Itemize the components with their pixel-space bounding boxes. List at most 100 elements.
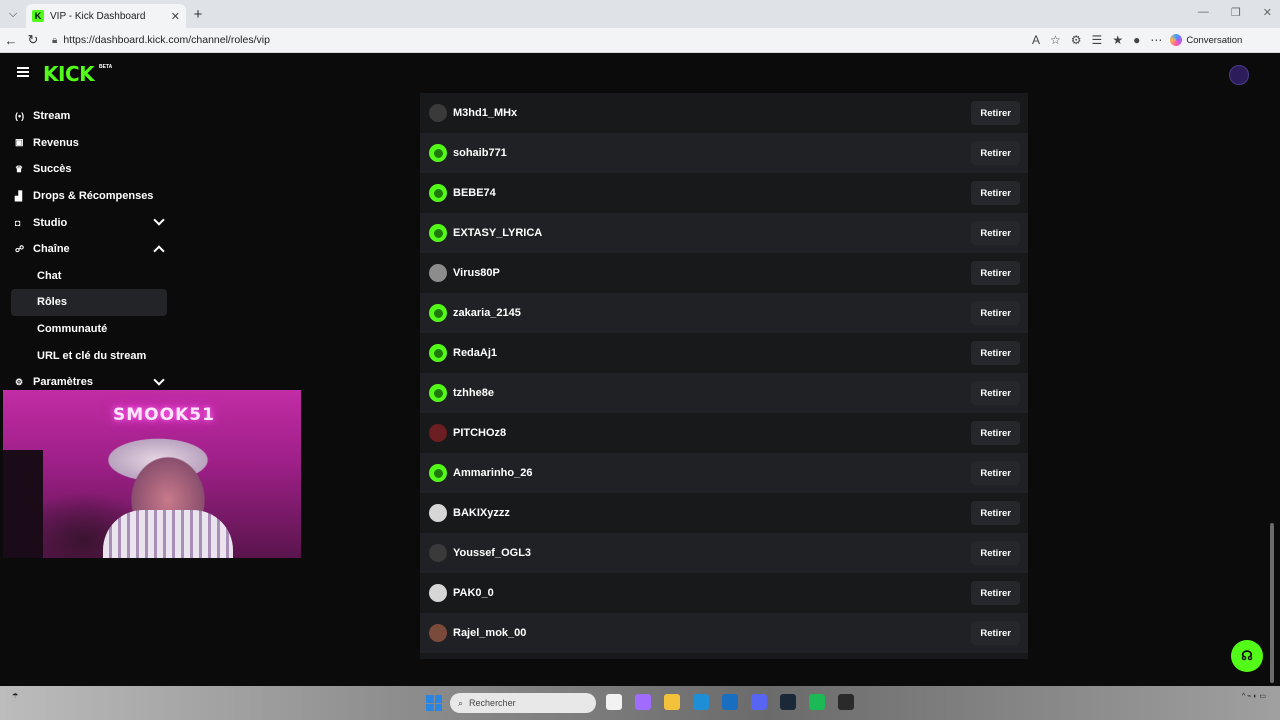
avatar <box>429 384 447 402</box>
gear-icon: ⚙ <box>15 376 24 387</box>
studio-icon: ◘ <box>15 217 21 228</box>
file-explorer-icon[interactable] <box>664 694 680 710</box>
broadcast-icon: (•) <box>15 111 25 122</box>
weather-widget[interactable]: ☂ <box>12 692 18 702</box>
remove-button[interactable]: Retirer <box>971 621 1020 645</box>
avatar <box>429 584 447 602</box>
avatar <box>429 144 447 162</box>
sidebar-item-chaine[interactable]: ☍ Chaîne <box>11 236 167 263</box>
username[interactable]: PITCHOz8 <box>453 427 506 439</box>
minimize-icon[interactable]: — <box>1198 6 1209 19</box>
sidebar-item-chat[interactable]: Chat <box>11 263 167 290</box>
tab-actions-menu[interactable]: ⌵ <box>0 0 26 28</box>
taskbar-search[interactable]: ⌕ Rechercher <box>450 693 596 713</box>
avatar <box>429 504 447 522</box>
username[interactable]: BEBE74 <box>453 187 496 199</box>
list-item: PAK0_0 Retirer <box>420 573 1028 613</box>
sidebar: (•) Stream ▣ Revenus ♛ Succès ▟ Drops & … <box>11 103 167 396</box>
remove-button[interactable]: Retirer <box>971 181 1020 205</box>
sidebar-item-stream[interactable]: (•) Stream <box>11 103 167 130</box>
browser-tab[interactable]: K VIP - Kick Dashboard ✕ <box>26 4 186 28</box>
streamer-figure <box>103 510 233 558</box>
remove-button[interactable]: Retirer <box>971 101 1020 125</box>
sidebar-item-communaute[interactable]: Communauté <box>11 316 167 343</box>
reload-icon[interactable]: ↻ <box>22 32 44 48</box>
username[interactable]: sohaib771 <box>453 147 507 159</box>
username[interactable]: Virus80P <box>453 267 500 279</box>
sidebar-item-succes[interactable]: ♛ Succès <box>11 156 167 183</box>
tab-title: VIP - Kick Dashboard <box>50 10 146 22</box>
username[interactable]: Rajel_mok_00 <box>453 627 526 639</box>
username[interactable]: RedaAj1 <box>453 347 497 359</box>
copilot-button[interactable]: Conversation <box>1170 34 1242 46</box>
username[interactable]: Ammarinho_26 <box>453 467 532 479</box>
copilot-app-icon[interactable] <box>635 694 651 710</box>
system-tray[interactable]: ^ ⌁ ◐ ▭ <box>1242 692 1266 702</box>
read-aloud-icon[interactable]: A <box>1032 33 1040 47</box>
sidebar-item-studio[interactable]: ◘ Studio <box>11 209 167 236</box>
sidebar-item-roles[interactable]: Rôles <box>11 289 167 316</box>
page-scrollbar[interactable] <box>1270 523 1274 683</box>
favorite-star-icon[interactable]: ☆ <box>1050 33 1061 47</box>
username[interactable]: zakaria_2145 <box>453 307 521 319</box>
site-info-icon[interactable]: 🔒︎ <box>52 35 57 46</box>
window-controls: — ❐ ✕ <box>1198 6 1272 19</box>
avatar <box>429 344 447 362</box>
remove-button[interactable]: Retirer <box>971 461 1020 485</box>
remove-button[interactable]: Retirer <box>971 421 1020 445</box>
username[interactable]: PAK0_0 <box>453 587 494 599</box>
remove-button[interactable]: Retirer <box>971 141 1020 165</box>
copilot-icon <box>1170 34 1183 46</box>
close-window-icon[interactable]: ✕ <box>1263 6 1272 19</box>
favorites-bar-icon[interactable]: ★ <box>1112 33 1123 47</box>
remove-button[interactable]: Retirer <box>971 541 1020 565</box>
remove-button[interactable]: Retirer <box>971 341 1020 365</box>
remove-button[interactable]: Retirer <box>971 221 1020 245</box>
task-view-icon[interactable] <box>606 694 622 710</box>
store-icon[interactable] <box>722 694 738 710</box>
discord-icon[interactable] <box>751 694 767 710</box>
username[interactable]: M3hd1_MHx <box>453 107 517 119</box>
sidebar-item-label: Chat <box>37 269 62 282</box>
username[interactable]: tzhhe8e <box>453 387 494 399</box>
sidebar-item-label: URL et clé du stream <box>37 349 147 362</box>
steam-icon[interactable] <box>780 694 796 710</box>
obs-icon[interactable] <box>838 694 854 710</box>
list-item: Youssef_OGL3 Retirer <box>420 533 1028 573</box>
remove-button[interactable]: Retirer <box>971 301 1020 325</box>
avatar <box>429 104 447 122</box>
list-item: BEBE74 Retirer <box>420 173 1028 213</box>
remove-button[interactable]: Retirer <box>971 501 1020 525</box>
remove-button[interactable]: Retirer <box>971 581 1020 605</box>
back-icon[interactable]: ← <box>0 33 22 48</box>
avatar <box>429 264 447 282</box>
edge-icon[interactable] <box>693 694 709 710</box>
remove-button[interactable]: Retirer <box>971 261 1020 285</box>
close-tab-icon[interactable]: ✕ <box>171 10 180 23</box>
collections-icon[interactable]: ☰ <box>1092 33 1103 47</box>
username[interactable]: EXTASY_LYRICA <box>453 227 542 239</box>
support-chat-button[interactable]: ☊ <box>1231 640 1263 672</box>
kick-logo[interactable]: KICK <box>43 62 95 86</box>
new-tab-button[interactable]: + <box>186 6 210 23</box>
sidebar-item-revenus[interactable]: ▣ Revenus <box>11 130 167 157</box>
remove-button[interactable]: Retirer <box>971 381 1020 405</box>
sidebar-item-drops[interactable]: ▟ Drops & Récompenses <box>11 183 167 210</box>
windows-start-icon[interactable] <box>426 695 442 711</box>
sidebar-item-stream-key[interactable]: URL et clé du stream <box>11 342 167 369</box>
profile-icon[interactable]: ● <box>1133 33 1140 47</box>
sidebar-item-label: Communauté <box>37 323 108 336</box>
sidebar-item-label: Chaîne <box>33 243 70 256</box>
spotify-icon[interactable] <box>809 694 825 710</box>
url-field[interactable]: 🔒︎ https://dashboard.kick.com/channel/ro… <box>52 30 1032 50</box>
chevron-up-icon <box>153 245 165 257</box>
maximize-icon[interactable]: ❐ <box>1231 6 1241 19</box>
username[interactable]: BAKIXyzzz <box>453 507 510 519</box>
avatar <box>429 304 447 322</box>
extensions-icon[interactable]: ⚙ <box>1071 33 1082 47</box>
sidebar-item-label: Stream <box>33 110 71 123</box>
menu-icon[interactable] <box>17 67 29 77</box>
more-options-icon[interactable]: ⋯ <box>1150 33 1162 47</box>
user-avatar[interactable] <box>1229 65 1249 85</box>
username[interactable]: Youssef_OGL3 <box>453 547 531 559</box>
